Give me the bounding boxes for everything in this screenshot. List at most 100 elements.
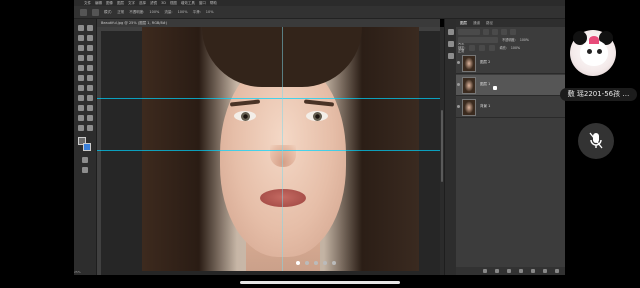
carousel-dot[interactable] bbox=[314, 261, 318, 265]
flow-label: 流量: bbox=[164, 9, 173, 14]
adjustments-panel-icon[interactable] bbox=[448, 53, 454, 59]
fill-input[interactable]: 100% bbox=[511, 45, 520, 51]
layers-filter-row: 类型 bbox=[458, 29, 563, 45]
home-icon[interactable] bbox=[80, 8, 87, 16]
brush-preset-icon[interactable] bbox=[92, 8, 99, 16]
visibility-eye-icon[interactable] bbox=[457, 83, 460, 86]
gradient-tool-icon[interactable] bbox=[78, 85, 84, 91]
canvas-scrollbar-thumb[interactable] bbox=[441, 110, 443, 182]
carousel-dot[interactable] bbox=[323, 261, 327, 265]
layer-style-icon[interactable] bbox=[495, 269, 499, 273]
user-tag-bubble[interactable]: 敷 瑶2201-56孩 … bbox=[560, 88, 637, 101]
hand-tool-icon[interactable] bbox=[87, 115, 93, 121]
guide-line-horizontal[interactable] bbox=[97, 98, 440, 99]
layer-row[interactable]: 背景 1 bbox=[456, 97, 565, 118]
home-indicator[interactable] bbox=[240, 281, 400, 284]
microphone-button[interactable] bbox=[578, 123, 614, 159]
layer-thumbnail bbox=[462, 99, 476, 116]
visibility-eye-icon[interactable] bbox=[457, 61, 460, 64]
new-layer-icon[interactable] bbox=[543, 269, 547, 273]
move-tool-icon[interactable] bbox=[78, 25, 84, 31]
history-panel-icon[interactable] bbox=[448, 29, 454, 35]
mode-label: 模式: bbox=[104, 9, 113, 14]
zoom-tool-icon[interactable] bbox=[78, 125, 84, 131]
document-tab[interactable]: Beautiful.jpg @ 25% (图层 1, RGB/8#) bbox=[97, 19, 440, 27]
layer-name[interactable]: 图层 1 bbox=[480, 82, 490, 87]
filter-adjustment-icon[interactable] bbox=[492, 29, 498, 35]
right-eye bbox=[306, 111, 328, 121]
delete-layer-icon[interactable] bbox=[555, 269, 559, 273]
opacity-input[interactable]: 100% bbox=[149, 10, 159, 14]
carousel-indicator bbox=[296, 261, 346, 267]
blur-tool-icon[interactable] bbox=[87, 85, 93, 91]
new-group-icon[interactable] bbox=[531, 269, 535, 273]
screen-mode-icon[interactable] bbox=[82, 167, 88, 173]
artboard-tool-icon[interactable] bbox=[87, 25, 93, 31]
zoom-status[interactable]: 25% bbox=[74, 270, 97, 275]
tab-layers[interactable]: 图层 bbox=[460, 19, 467, 27]
carousel-dot[interactable] bbox=[332, 261, 336, 265]
layer-name[interactable]: 背景 1 bbox=[480, 104, 490, 109]
more-tools-icon[interactable] bbox=[87, 125, 93, 131]
tools-panel bbox=[74, 19, 97, 275]
carousel-dot[interactable] bbox=[296, 261, 300, 265]
clone-stamp-tool-icon[interactable] bbox=[87, 65, 93, 71]
eraser-tool-icon[interactable] bbox=[87, 75, 93, 81]
layers-panel-footer bbox=[456, 267, 565, 275]
quick-mask-icon[interactable] bbox=[82, 157, 88, 163]
lock-position-icon[interactable] bbox=[479, 45, 486, 51]
lasso-tool-icon[interactable] bbox=[87, 35, 93, 41]
quick-select-tool-icon[interactable] bbox=[78, 45, 84, 51]
layer-name[interactable]: 图层 2 bbox=[480, 60, 490, 65]
path-select-tool-icon[interactable] bbox=[87, 105, 93, 111]
fill-label: 填充: bbox=[499, 46, 507, 50]
lips bbox=[260, 189, 306, 207]
layer-row[interactable]: 图层 2 bbox=[456, 53, 565, 74]
left-eye bbox=[234, 111, 256, 121]
dodge-tool-icon[interactable] bbox=[78, 95, 84, 101]
options-bar: 模式: 正常 不透明度: 100% 流量: 100% 平滑: 10% bbox=[74, 6, 565, 19]
collapsed-panels-strip bbox=[444, 19, 456, 275]
adjustment-layer-icon[interactable] bbox=[519, 269, 523, 273]
filter-type-icon[interactable] bbox=[501, 29, 507, 35]
rectangle-tool-icon[interactable] bbox=[78, 115, 84, 121]
flow-input[interactable]: 100% bbox=[178, 10, 188, 14]
layers-panel-tabs: 图层 通道 路径 bbox=[456, 19, 565, 27]
smooth-input[interactable]: 10% bbox=[206, 10, 214, 14]
portrait-photo[interactable] bbox=[142, 27, 419, 271]
ruler-vertical[interactable] bbox=[97, 27, 101, 275]
type-tool-icon[interactable] bbox=[78, 105, 84, 111]
add-mask-icon[interactable] bbox=[507, 269, 511, 273]
guide-line-horizontal[interactable] bbox=[97, 150, 440, 151]
history-brush-tool-icon[interactable] bbox=[78, 75, 84, 81]
eyedropper-tool-icon[interactable] bbox=[78, 55, 84, 61]
layer-kind-filter[interactable]: 类型 bbox=[458, 29, 480, 45]
lock-all-icon[interactable] bbox=[489, 45, 496, 51]
blend-mode-select[interactable]: 正常 bbox=[458, 37, 498, 53]
layer-row-selected[interactable]: 图层 1 bbox=[456, 75, 565, 96]
cursor-pointer-icon bbox=[493, 86, 497, 90]
lock-pixels-icon[interactable] bbox=[469, 45, 476, 51]
lock-label: 锁定: bbox=[458, 46, 466, 50]
link-layers-icon[interactable] bbox=[483, 269, 487, 273]
healing-brush-tool-icon[interactable] bbox=[87, 55, 93, 61]
layer-thumbnail bbox=[462, 77, 476, 94]
background-color-swatch[interactable] bbox=[83, 143, 91, 151]
pen-tool-icon[interactable] bbox=[87, 95, 93, 101]
smooth-label: 平滑: bbox=[192, 9, 201, 14]
tab-channels[interactable]: 通道 bbox=[473, 19, 480, 27]
microphone-muted-icon bbox=[589, 132, 603, 149]
properties-panel-icon[interactable] bbox=[448, 41, 454, 47]
mode-select[interactable]: 正常 bbox=[117, 10, 124, 15]
guide-line-vertical[interactable] bbox=[282, 27, 283, 271]
opacity-label: 不透明度: bbox=[129, 9, 145, 14]
layer-opacity-input[interactable]: 100% bbox=[520, 37, 529, 43]
carousel-dot[interactable] bbox=[305, 261, 309, 265]
crop-tool-icon[interactable] bbox=[87, 45, 93, 51]
visibility-eye-icon[interactable] bbox=[457, 105, 460, 108]
marquee-tool-icon[interactable] bbox=[78, 35, 84, 41]
filter-pixel-icon[interactable] bbox=[483, 29, 489, 35]
tab-paths[interactable]: 路径 bbox=[486, 19, 493, 27]
filter-shape-icon[interactable] bbox=[510, 29, 516, 35]
brush-tool-icon[interactable] bbox=[78, 65, 84, 71]
